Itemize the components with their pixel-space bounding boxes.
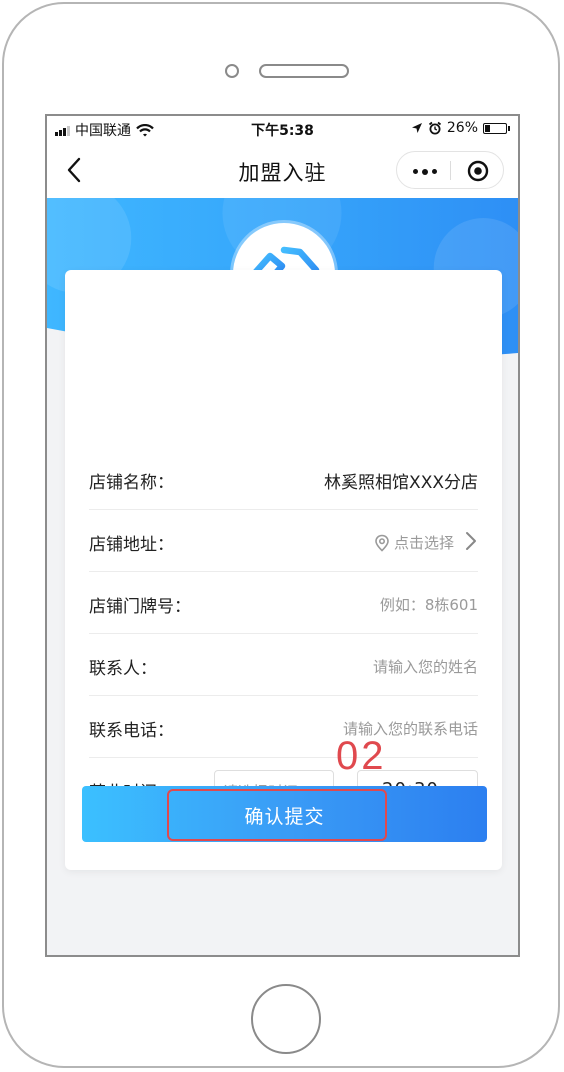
store-address-label: 店铺地址： (89, 535, 174, 555)
contact-person-label: 联系人： (89, 659, 157, 679)
store-name-value[interactable]: 林奚照相馆XXX分店 (324, 468, 478, 493)
door-number-input[interactable]: 例如：8栋601 (380, 594, 478, 615)
close-target-icon[interactable] (467, 160, 489, 182)
door-number-label: 店铺门牌号： (89, 597, 191, 617)
speaker-grille (259, 64, 349, 78)
address-placeholder: 点击选择 (393, 534, 454, 552)
form-row-store-name[interactable]: 店铺名称： 林奚照相馆XXX分店 (89, 448, 478, 510)
battery-percent: 26% (446, 120, 478, 136)
annotation-step-number: 02 (336, 734, 387, 778)
form-row-contact-phone[interactable]: 联系电话： 请输入您的联系电话 (89, 696, 478, 758)
store-name-label: 店铺名称： (89, 473, 174, 493)
store-form-card: 店铺名称： 林奚照相馆XXX分店 店铺地址： 点击选择 店铺门牌号： 例如：8栋… (65, 270, 502, 870)
chevron-right-icon[interactable] (464, 530, 478, 552)
form-row-store-address[interactable]: 店铺地址： 点击选择 (89, 510, 478, 572)
miniprogram-capsule (396, 151, 504, 189)
battery-icon (483, 122, 510, 134)
front-camera (225, 64, 239, 78)
alarm-icon (428, 121, 441, 135)
location-pin-icon (375, 534, 389, 552)
form-row-door-number[interactable]: 店铺门牌号： 例如：8栋601 (89, 572, 478, 634)
more-dots-icon[interactable] (413, 168, 437, 175)
location-arrow-icon (411, 123, 422, 133)
home-button[interactable] (251, 984, 321, 1054)
form-row-contact-person[interactable]: 联系人： 请输入您的姓名 (89, 634, 478, 696)
capsule-divider (450, 161, 451, 180)
status-bar: 中国联通 下午5:38 26% (47, 116, 518, 142)
contact-person-input[interactable]: 请输入您的姓名 (373, 656, 478, 677)
contact-phone-label: 联系电话： (89, 721, 174, 741)
annotation-highlight-box (167, 789, 387, 841)
app-screen: 中国联通 下午5:38 26% 加盟入驻 店铺名称： 林奚照相馆XXX分店 店铺… (45, 114, 520, 957)
navigation-bar: 加盟入驻 (47, 142, 518, 198)
address-picker[interactable]: 点击选择 (374, 532, 454, 553)
